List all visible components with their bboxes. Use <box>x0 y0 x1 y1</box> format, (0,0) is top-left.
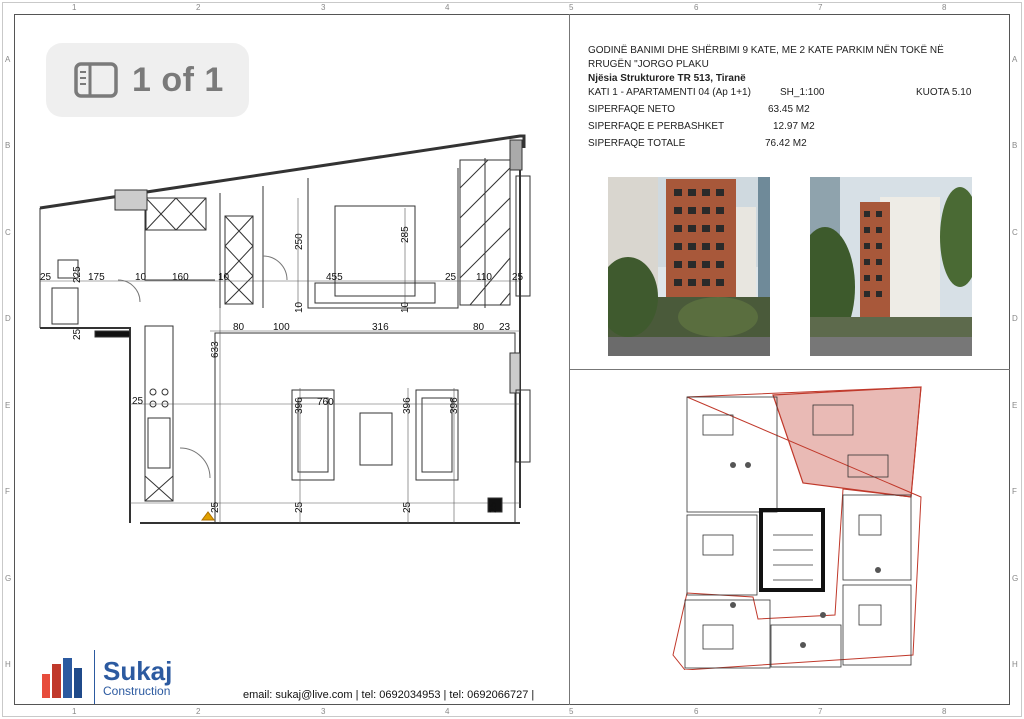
dim-label: 10 <box>218 272 230 283</box>
site-key-plan <box>672 386 922 670</box>
logo-name: Sukaj <box>103 655 173 686</box>
ruler-row-label: D <box>5 314 11 323</box>
area-label: SIPERFAQE TOTALE <box>588 138 686 149</box>
dim-label: 25 <box>402 501 413 513</box>
ruler-col-label: 2 <box>196 707 201 716</box>
logo-subtitle: Construction <box>103 683 171 698</box>
dim-label: 316 <box>372 322 389 333</box>
floor-label: KATI 1 - APARTAMENTI 04 (Ap 1+1) <box>588 87 751 98</box>
ruler-col-label: 2 <box>196 3 201 12</box>
area-row: SIPERFAQE TOTALE 76.42 M2 <box>588 137 998 151</box>
floor-row: KATI 1 - APARTAMENTI 04 (Ap 1+1) SH_1:10… <box>588 86 998 100</box>
dim-label: 25 <box>294 501 305 513</box>
sheet-divider-vertical <box>569 14 570 705</box>
dim-label: 633 <box>210 341 221 358</box>
building-render-right <box>810 177 972 356</box>
dim-label: 10 <box>294 301 305 313</box>
dim-label: 175 <box>88 272 105 283</box>
dim-label: 760 <box>317 397 334 408</box>
dim-label: 25 <box>488 501 499 513</box>
area-row: SIPERFAQE NETO 63.45 M2 <box>588 103 998 117</box>
ruler-row-label: A <box>1012 55 1018 64</box>
sheet-divider-horizontal <box>569 369 1010 370</box>
dim-label: 25 <box>72 328 83 340</box>
dim-label: 160 <box>172 272 189 283</box>
project-title-line2: RRUGËN "JORGO PLAKU <box>588 59 709 70</box>
dim-label: 80 <box>473 322 485 333</box>
ruler-row-label: C <box>5 228 11 237</box>
page-indicator-label: 1 of 1 <box>132 60 224 99</box>
buildings-logo-icon <box>42 658 82 698</box>
dim-label: 396 <box>402 397 413 414</box>
ruler-row-label: G <box>5 574 12 583</box>
ruler-col-label: 1 <box>72 707 77 716</box>
ruler-row-label: F <box>1012 487 1017 496</box>
ruler-col-label: 8 <box>942 3 947 12</box>
page-icon <box>74 62 118 98</box>
ruler-col-label: 7 <box>818 3 823 12</box>
ruler-col-label: 6 <box>694 707 699 716</box>
floor-plan: 25 175 10 160 10 455 25 110 25 80 100 31… <box>39 134 531 524</box>
dim-label: 23 <box>499 322 511 333</box>
ruler-col-label: 4 <box>445 3 450 12</box>
dim-label: 396 <box>294 397 305 414</box>
ruler-row-label: C <box>1012 228 1018 237</box>
project-title-line1: GODINË BANIMI DHE SHËRBIMI 9 KATE, ME 2 … <box>588 45 944 56</box>
document-sheet: 1 2 3 4 5 6 7 8 1 2 3 4 5 6 7 8 A B C D … <box>0 0 1024 719</box>
level-label: KUOTA 5.10 <box>916 87 972 98</box>
ruler-row-label: F <box>5 487 10 496</box>
dim-label: 285 <box>400 226 411 243</box>
dim-label: 25 <box>445 272 457 283</box>
dim-label: 10 <box>400 301 411 313</box>
dim-label: 110 <box>476 272 492 283</box>
ruler-row-label: G <box>1012 574 1019 583</box>
dim-label: 225 <box>72 266 83 283</box>
scale-label: SH_1:100 <box>780 87 825 98</box>
ruler-row-label: A <box>5 55 11 64</box>
ruler-row-label: B <box>1012 141 1018 150</box>
ruler-row-label: H <box>5 660 11 669</box>
area-value: 76.42 M2 <box>765 138 807 149</box>
structural-unit: Njësia Strukturore TR 513, Tiranë <box>588 73 746 84</box>
ruler-row-label: D <box>1012 314 1018 323</box>
dim-label: 455 <box>326 272 343 283</box>
ruler-row-label: H <box>1012 660 1018 669</box>
logo-text: Sukaj Construction <box>103 658 172 697</box>
dim-label: 396 <box>449 397 460 414</box>
contact-footer: email: sukaj@live.com | tel: 0692034953 … <box>243 689 535 701</box>
dim-label: 80 <box>233 322 245 333</box>
company-logo: Sukaj Construction <box>40 650 172 704</box>
ruler-col-label: 4 <box>445 707 450 716</box>
dim-label: 25 <box>512 272 524 283</box>
ruler-col-label: 8 <box>942 707 947 716</box>
area-value: 12.97 M2 <box>773 121 815 132</box>
dim-label: 25 <box>132 396 144 407</box>
page-indicator[interactable]: 1 of 1 <box>46 43 249 117</box>
area-value: 63.45 M2 <box>768 104 810 115</box>
area-label: SIPERFAQE E PERBASHKET <box>588 121 725 132</box>
ruler-row-label: E <box>1012 401 1018 410</box>
dim-label: 10 <box>135 272 147 283</box>
ruler-row-label: E <box>5 401 11 410</box>
ruler-col-label: 3 <box>321 707 326 716</box>
ruler-col-label: 3 <box>321 3 326 12</box>
ruler-row-label: B <box>5 141 11 150</box>
ruler-col-label: 1 <box>72 3 77 12</box>
ruler-col-label: 5 <box>569 707 574 716</box>
ruler-col-label: 5 <box>569 3 574 12</box>
dim-label: 250 <box>294 233 305 250</box>
dim-label: 25 <box>40 272 52 283</box>
area-label: SIPERFAQE NETO <box>588 104 676 115</box>
title-block: GODINË BANIMI DHE SHËRBIMI 9 KATE, ME 2 … <box>588 44 998 151</box>
dim-label: 25 <box>210 501 221 513</box>
dim-label: 100 <box>273 322 290 333</box>
ruler-col-label: 6 <box>694 3 699 12</box>
logo-divider <box>94 650 95 704</box>
area-row: SIPERFAQE E PERBASHKET 12.97 M2 <box>588 120 998 134</box>
ruler-col-label: 7 <box>818 707 823 716</box>
building-render-left <box>608 177 770 356</box>
